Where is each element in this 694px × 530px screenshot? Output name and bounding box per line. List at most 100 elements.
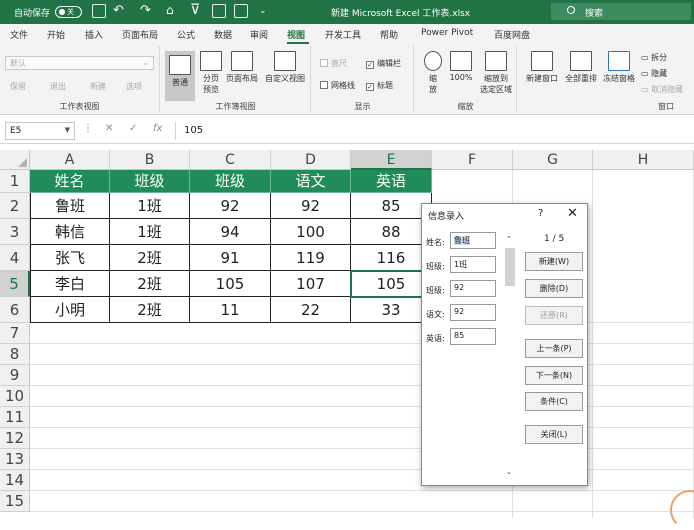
form-icon[interactable]: [234, 4, 248, 18]
table-cell[interactable]: 鲁班: [30, 193, 110, 219]
row-header-1[interactable]: 1: [0, 170, 30, 193]
next-record-button[interactable]: 下一条(N): [525, 366, 583, 385]
zoom-to-selection-button[interactable]: 缩放到 选定区域: [477, 51, 515, 95]
column-header-a[interactable]: A: [30, 150, 110, 170]
table-header-cell[interactable]: 语文: [271, 170, 351, 193]
table-header-cell[interactable]: 姓名: [30, 170, 110, 193]
table-cell[interactable]: 李白: [30, 271, 110, 297]
tab-review[interactable]: 审阅: [250, 28, 268, 41]
name-field[interactable]: 鲁班: [450, 232, 496, 249]
restore-button[interactable]: 还原(R): [525, 306, 583, 325]
table-header-cell[interactable]: 班级: [110, 170, 190, 193]
freeze-panes-button[interactable]: 冻结窗格: [601, 51, 637, 84]
gridlines-checkbox[interactable]: 网格线: [320, 80, 355, 91]
row-header-2[interactable]: 2: [0, 193, 30, 219]
class2-field[interactable]: 92: [450, 280, 496, 297]
new-record-button[interactable]: 新建(W): [525, 252, 583, 271]
tab-page-layout[interactable]: 页面布局: [122, 28, 158, 41]
tab-view[interactable]: 视图: [287, 28, 305, 41]
column-header-g[interactable]: G: [513, 150, 593, 170]
arrange-all-button[interactable]: 全部重排: [563, 51, 599, 84]
table-cell[interactable]: 119: [271, 245, 351, 271]
autosave-toggle[interactable]: 关: [55, 6, 82, 18]
filter-icon[interactable]: ⊽: [190, 2, 200, 18]
split-button[interactable]: ▭ 拆分: [641, 52, 667, 63]
undo-icon[interactable]: ↶: [113, 3, 124, 18]
column-header-h[interactable]: H: [593, 150, 694, 170]
table-cell[interactable]: 韩信: [30, 219, 110, 245]
table-cell[interactable]: 小明: [30, 297, 110, 323]
ruler-checkbox[interactable]: 直尺: [320, 58, 347, 69]
table-cell[interactable]: 100: [271, 219, 351, 245]
scrollbar-thumb[interactable]: [505, 248, 515, 286]
custom-views-button[interactable]: 自定义视图: [263, 51, 307, 84]
tab-power-pivot[interactable]: Power Pivot: [421, 28, 473, 38]
select-all-corner[interactable]: [0, 150, 30, 170]
table-cell[interactable]: 2班: [110, 271, 190, 297]
zoom-button[interactable]: 缩 放: [420, 51, 446, 95]
new-view-button[interactable]: 新建: [90, 81, 106, 92]
table-cell[interactable]: 33: [351, 297, 432, 323]
row-header-10[interactable]: 10: [0, 386, 30, 407]
unhide-button[interactable]: ▭ 取消隐藏: [641, 84, 683, 95]
table-cell[interactable]: 91: [190, 245, 271, 271]
table-cell[interactable]: 88: [351, 219, 432, 245]
table-cell[interactable]: 2班: [110, 245, 190, 271]
normal-view-button[interactable]: 普通: [165, 51, 195, 101]
tab-formulas[interactable]: 公式: [177, 28, 195, 41]
tab-baidu-pan[interactable]: 百度网盘: [494, 28, 530, 41]
row-header-6[interactable]: 6: [0, 297, 30, 323]
tab-data[interactable]: 数据: [214, 28, 232, 41]
table-cell[interactable]: 85: [351, 193, 432, 219]
spreadsheet-grid[interactable]: A B C D E F G H 1 2 3 4 5 6 7 8 9 10 11 12 13 14 15 姓名 班级 班级 语文 英语鲁…: [0, 144, 694, 518]
tab-help[interactable]: 帮助: [380, 28, 398, 41]
table-cell[interactable]: 92: [190, 193, 271, 219]
redo-icon[interactable]: ↷: [140, 3, 151, 18]
table-cell[interactable]: 116: [351, 245, 432, 271]
criteria-button[interactable]: 条件(C): [525, 392, 583, 411]
row-header-4[interactable]: 4: [0, 245, 30, 271]
row-header-12[interactable]: 12: [0, 428, 30, 449]
record-scrollbar[interactable]: ⌃ ⌄: [504, 232, 516, 478]
row-header-11[interactable]: 11: [0, 407, 30, 428]
tab-insert[interactable]: 插入: [85, 28, 103, 41]
table-cell[interactable]: 107: [271, 271, 351, 297]
table-cell[interactable]: 105: [190, 271, 271, 297]
row-header-7[interactable]: 7: [0, 323, 30, 344]
table-cell[interactable]: 22: [271, 297, 351, 323]
table-cell[interactable]: 94: [190, 219, 271, 245]
help-icon[interactable]: ?: [538, 208, 543, 219]
row-header-15[interactable]: 15: [0, 491, 30, 512]
chevron-down-icon[interactable]: ⌄: [506, 468, 512, 476]
tab-file[interactable]: 文件: [10, 28, 28, 41]
customize-qat-icon[interactable]: ⌄: [259, 6, 267, 16]
search-box[interactable]: 搜索: [551, 3, 691, 20]
zoom-100-button[interactable]: 100%: [448, 51, 474, 82]
close-icon[interactable]: ✕: [567, 206, 578, 221]
class-field[interactable]: 1班: [450, 256, 496, 273]
table-cell[interactable]: 2班: [110, 297, 190, 323]
table-cell[interactable]: 张飞: [30, 245, 110, 271]
formula-input[interactable]: 105: [175, 122, 690, 140]
previous-record-button[interactable]: 上一条(P): [525, 339, 583, 358]
exit-button[interactable]: 退出: [50, 81, 66, 92]
brush-icon[interactable]: ⌂: [166, 3, 174, 17]
chinese-field[interactable]: 92: [450, 304, 496, 321]
table-cell[interactable]: 1班: [110, 219, 190, 245]
delete-record-button[interactable]: 删除(D): [525, 279, 583, 298]
name-box[interactable]: E5 ▼: [5, 122, 75, 140]
keep-button[interactable]: 保留: [10, 81, 26, 92]
options-button[interactable]: 选项: [126, 81, 142, 92]
enter-icon[interactable]: ✓: [129, 123, 137, 134]
row-header-14[interactable]: 14: [0, 470, 30, 491]
column-header-e[interactable]: E: [351, 150, 432, 170]
english-field[interactable]: 85: [450, 328, 496, 345]
column-header-c[interactable]: C: [190, 150, 271, 170]
row-header-9[interactable]: 9: [0, 365, 30, 386]
column-header-b[interactable]: B: [110, 150, 190, 170]
row-header-5[interactable]: 5: [0, 271, 30, 297]
save-icon[interactable]: [92, 4, 106, 18]
table-cell[interactable]: 11: [190, 297, 271, 323]
headings-checkbox[interactable]: ✓ 标题: [366, 80, 393, 91]
page-layout-button[interactable]: 页面布局: [225, 51, 259, 84]
